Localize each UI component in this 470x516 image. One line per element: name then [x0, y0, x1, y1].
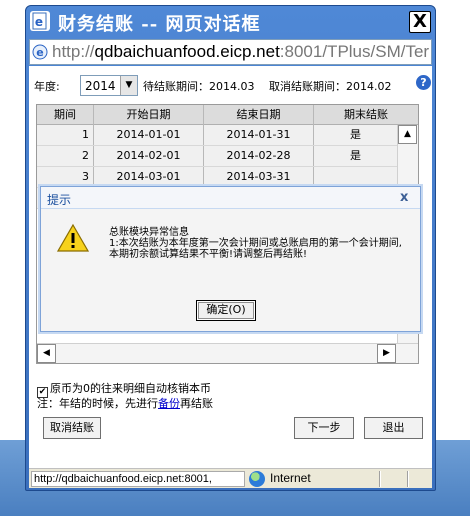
svg-text:e: e: [35, 15, 43, 29]
next-button[interactable]: 下一步: [294, 417, 354, 439]
horizontal-scrollbar[interactable]: ◀ ▶: [37, 343, 418, 363]
scroll-up-icon[interactable]: ▲: [398, 125, 417, 144]
cell-period: 3: [37, 167, 94, 187]
cell-end: 2014-03-31: [204, 167, 314, 187]
note-suffix: 再结账: [180, 397, 213, 410]
cell-period: 2: [37, 146, 94, 166]
column-header-closed: 期末结账: [344, 108, 388, 121]
year-label: 年度:: [34, 80, 60, 93]
table-header: 期间 开始日期 结束日期 期末结账: [37, 105, 418, 125]
scroll-right-icon[interactable]: ▶: [377, 344, 396, 363]
year-end-note: 注：年结的时候，先进行备份再结账: [37, 395, 213, 411]
message-dialog: 提示 x 总账模块异常信息 1:本次结账为本年度第一次会计期间或总账启用的第一个…: [40, 186, 421, 332]
ok-button[interactable]: 确定(O): [196, 300, 256, 321]
period-row: 年度: 2014 ▼ 待结账期间：2014.03 取消结账期间：2014.02 …: [34, 74, 431, 96]
address-bar: e http://qdbaichuanfood.eicp.net:8001/TP…: [29, 39, 432, 65]
help-icon[interactable]: ?: [416, 75, 431, 90]
pending-period-label: 待结账期间：2014.03: [143, 80, 255, 93]
close-icon[interactable]: x: [400, 190, 408, 205]
table-row[interactable]: 2 2014-02-01 2014-02-28 是: [37, 146, 397, 167]
message-title: 提示: [47, 193, 72, 207]
status-divider: [407, 471, 409, 487]
message-text: 1:本次结账为本年度第一次会计期间或总账启用的第一个会计期间,本期初余额试算结果…: [109, 238, 402, 260]
svg-text:e: e: [36, 46, 43, 59]
ie-page-icon: e: [30, 11, 50, 31]
column-header-period: 期间: [37, 105, 94, 125]
scroll-left-icon[interactable]: ◀: [37, 344, 56, 363]
exit-button[interactable]: 退出: [364, 417, 423, 439]
column-header-end: 结束日期: [204, 105, 314, 125]
address-prefix: http://: [52, 42, 95, 61]
status-bar: http://qdbaichuanfood.eicp.net:8001, Int…: [29, 468, 432, 488]
message-titlebar: 提示 x: [41, 187, 420, 209]
year-value: 2014: [85, 79, 116, 93]
window-title: 财务结账 -- 网页对话框: [58, 14, 261, 35]
cell-start: 2014-02-01: [94, 146, 204, 166]
cancel-close-button[interactable]: 取消结账: [43, 417, 101, 439]
backup-link[interactable]: 备份: [158, 397, 180, 410]
close-icon[interactable]: X: [409, 11, 431, 33]
window-titlebar[interactable]: e 财务结账 -- 网页对话框 X: [26, 6, 435, 36]
warning-icon: [57, 223, 89, 252]
cell-start: 2014-01-01: [94, 125, 204, 145]
status-url: http://qdbaichuanfood.eicp.net:8001,: [31, 471, 245, 487]
status-divider: [379, 471, 381, 487]
year-select[interactable]: 2014 ▼: [80, 75, 138, 96]
cell-end: 2014-01-31: [204, 125, 314, 145]
globe-icon: [249, 471, 265, 487]
cell-closed: 是: [350, 128, 361, 141]
cell-period: 1: [37, 125, 94, 145]
address-host: qdbaichuanfood.eicp.net: [94, 42, 280, 61]
cell-closed: [314, 167, 397, 187]
cell-end: 2014-02-28: [204, 146, 314, 166]
message-body: 总账模块异常信息 1:本次结账为本年度第一次会计期间或总账启用的第一个会计期间,…: [109, 227, 409, 260]
message-heading: 总账模块异常信息: [109, 227, 189, 238]
column-header-start: 开始日期: [94, 105, 204, 125]
note-prefix: 注：年结的时候，先进行: [37, 397, 158, 410]
auto-verify-label: 原币为0的往来明细自动核销本币: [50, 382, 211, 395]
cell-start: 2014-03-01: [94, 167, 204, 187]
cell-closed: 是: [350, 149, 361, 162]
status-zone: Internet: [270, 471, 311, 485]
table-row[interactable]: 3 2014-03-01 2014-03-31: [37, 167, 397, 188]
address-rest: :8001/TPlus/SM/Term: [279, 42, 430, 61]
cancel-period-label: 取消结账期间：2014.02: [269, 80, 392, 93]
table-row[interactable]: 1 2014-01-01 2014-01-31 是: [37, 125, 397, 146]
address-url: http://qdbaichuanfood.eicp.net:8001/TPlu…: [52, 42, 430, 62]
ie-logo-icon: e: [32, 44, 48, 60]
chevron-down-icon[interactable]: ▼: [120, 76, 137, 95]
